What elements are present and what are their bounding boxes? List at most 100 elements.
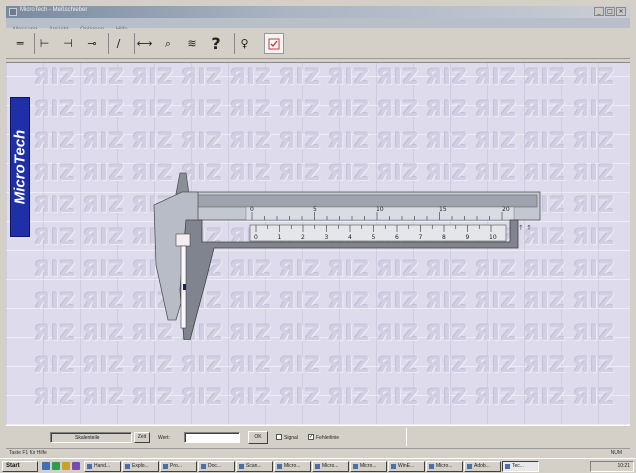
watermark-tile: ЯIZ: [83, 225, 126, 249]
taskbar-button[interactable]: Tec...: [502, 461, 539, 472]
taskbar-button[interactable]: Hand...: [84, 461, 121, 472]
signal-checkbox[interactable]: [276, 434, 282, 440]
watermark-tile: ЯIZ: [83, 321, 126, 345]
measure-line-icon[interactable]: ⟷: [134, 33, 154, 54]
vernier-scale-label: 7: [419, 234, 423, 241]
watermark-tile: ЯIZ: [132, 129, 175, 153]
clock: 10:21: [617, 463, 630, 469]
measurement-canvas[interactable]: ЯIZ ЯIZ ЯIZ ЯIZ ЯIZ ЯIZ ЯIZ ЯIZ ЯIZ ЯIZ ЯIZ ЯIZ ЯIZ Я…: [6, 62, 630, 425]
status-num: NUM: [610, 450, 622, 456]
caliper-depth-icon[interactable]: ⊸: [82, 33, 102, 54]
watermark-tile: ЯIZ: [83, 289, 126, 313]
watermark-tile: ЯIZ: [34, 225, 77, 249]
taskbar-button[interactable]: Pro...: [160, 461, 197, 472]
mode-field-text: Skalenteile: [75, 435, 100, 441]
mark-icon[interactable]: ≋: [182, 33, 202, 54]
maximize-button[interactable]: □: [605, 7, 615, 16]
app-icon[interactable]: [9, 8, 17, 16]
watermark-tile: ЯIZ: [328, 97, 371, 121]
watermark-tile: ЯIZ: [83, 129, 126, 153]
desktop-icon[interactable]: [42, 462, 50, 470]
double-line-icon[interactable]: ═: [10, 33, 30, 54]
taskbar-button-label: Explo...: [132, 463, 149, 469]
hint-bulb-icon[interactable]: ♀: [234, 33, 254, 54]
watermark-tile: ЯIZ: [426, 65, 469, 89]
taskbar-button-label: Scan...: [246, 463, 262, 469]
explorer-icon[interactable]: [62, 462, 70, 470]
zoom-measure-icon[interactable]: ⌕: [158, 33, 178, 54]
watermark-tile: ЯIZ: [573, 353, 616, 377]
caliper-outside-icon[interactable]: ⊢: [34, 33, 54, 54]
taskbar-button-label: Hand...: [94, 463, 111, 469]
fehlerlinie-checkbox[interactable]: ✓: [308, 434, 314, 440]
watermark-tile: ЯIZ: [573, 321, 616, 345]
main-scale-label: 15: [439, 206, 447, 213]
status-bar: Taste F1 für Hilfe NUM: [6, 448, 630, 456]
mode-field[interactable]: Skalenteile: [50, 432, 132, 443]
minimize-button[interactable]: _: [594, 7, 604, 16]
taskbar-button[interactable]: Micro...: [274, 461, 311, 472]
taskbar-button[interactable]: Micro...: [350, 461, 387, 472]
watermark-tile: ЯIZ: [573, 193, 616, 217]
vernier-scale-label: 5: [372, 234, 376, 241]
vernier-caliper[interactable]: 0 5 10 15 20 0 1 2 3 4 5 6 7 8 9 10 ↑ ↑: [146, 170, 546, 340]
caliper-inside-icon[interactable]: ⊣: [58, 33, 78, 54]
watermark-tile: ЯIZ: [573, 129, 616, 153]
task-app-icon: [239, 464, 244, 469]
watermark-tile: ЯIZ: [279, 129, 322, 153]
task-app-icon: [353, 464, 358, 469]
watermark-tile: ЯIZ: [230, 385, 273, 409]
watermark-tile: ЯIZ: [475, 65, 518, 89]
watermark-tile: ЯIZ: [34, 129, 77, 153]
toolbar: ═ ⊢ ⊣ ⊸ ∕ ⟷ ⌕ ≋ ? ♀: [6, 29, 630, 59]
watermark-tile: ЯIZ: [426, 353, 469, 377]
taskbar-button[interactable]: Adob...: [464, 461, 501, 472]
watermark-tile: ЯIZ: [426, 97, 469, 121]
watermark-tile: ЯIZ: [524, 129, 567, 153]
taskbar-button[interactable]: Micro...: [426, 461, 463, 472]
taskbar-button[interactable]: Micro...: [312, 461, 349, 472]
ok-button[interactable]: OK: [248, 431, 268, 444]
watermark-tile: ЯIZ: [230, 65, 273, 89]
task-app-icon: [87, 464, 92, 469]
beam-end-arrow: ↑ ↑: [518, 224, 532, 232]
taskbar-button[interactable]: Doc...: [198, 461, 235, 472]
upper-jaw-tip: [175, 172, 190, 195]
task-app-icon: [467, 464, 472, 469]
task-app-icon: [125, 464, 130, 469]
app-quick-icon[interactable]: [72, 462, 80, 470]
watermark-tile: ЯIZ: [328, 385, 371, 409]
watermark-tile: ЯIZ: [230, 97, 273, 121]
help-icon[interactable]: ?: [206, 33, 226, 54]
taskbar: Start Hand... Explo... Pro... Doc... Scan...…: [0, 458, 636, 473]
watermark-tile: ЯIZ: [34, 161, 77, 185]
watermark-tile: ЯIZ: [34, 97, 77, 121]
watermark-tile: ЯIZ: [573, 225, 616, 249]
watermark-tile: ЯIZ: [34, 289, 77, 313]
pencil-icon[interactable]: ∕: [108, 33, 128, 54]
task-app-icon: [277, 464, 282, 469]
microtech-logo: MicroTech: [10, 97, 30, 237]
watermark-tile: ЯIZ: [475, 97, 518, 121]
check-icon[interactable]: [264, 33, 284, 54]
watermark-tile: ЯIZ: [475, 353, 518, 377]
watermark-tile: ЯIZ: [181, 353, 224, 377]
window-controls: _ □ ×: [594, 7, 626, 16]
browser-icon[interactable]: [52, 462, 60, 470]
taskbar-button[interactable]: Scan...: [236, 461, 273, 472]
watermark-tile: ЯIZ: [230, 129, 273, 153]
title-bar[interactable]: MicroTech - Meßschieber _ □ ×: [6, 6, 630, 18]
taskbar-button-label: Adob...: [474, 463, 490, 469]
taskbar-button-label: WinE...: [398, 463, 415, 469]
taskbar-button[interactable]: WinE...: [388, 461, 425, 472]
taskbar-button[interactable]: Explo...: [122, 461, 159, 472]
watermark-tile: ЯIZ: [377, 129, 420, 153]
mode-button[interactable]: Zeit: [134, 432, 150, 443]
close-button[interactable]: ×: [616, 7, 626, 16]
value-input[interactable]: [184, 432, 240, 443]
start-button[interactable]: Start: [2, 461, 38, 472]
logo-text: MicroTech: [11, 129, 29, 205]
watermark-tile: ЯIZ: [132, 385, 175, 409]
watermark-tile: ЯIZ: [475, 129, 518, 153]
app-window: MicroTech - Meßschieber _ □ × Messung An…: [0, 0, 636, 473]
